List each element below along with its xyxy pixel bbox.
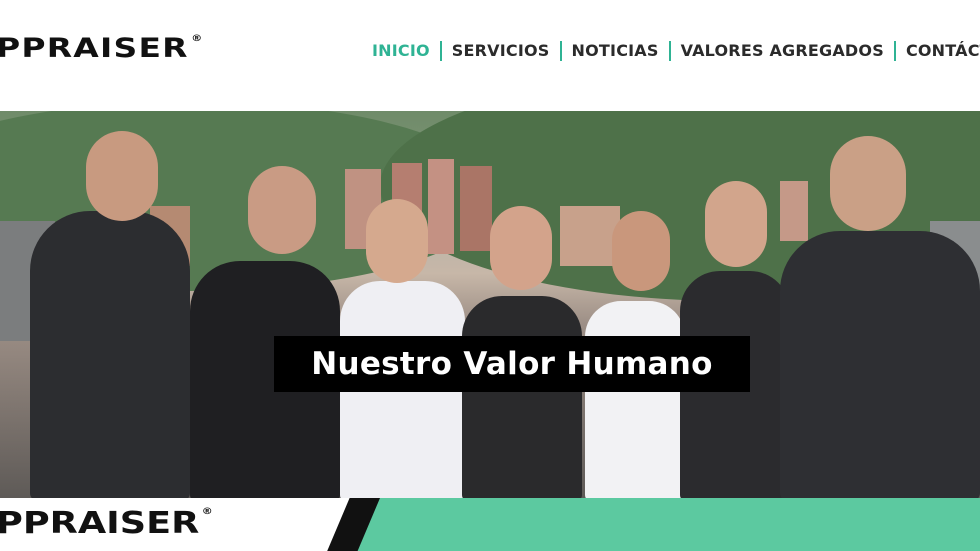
site-logo[interactable]: PPRAISER ®	[0, 33, 203, 64]
team-member-face	[490, 206, 552, 290]
team-member-face	[612, 211, 670, 291]
hero-team-photo: Nuestro Valor Humano	[0, 111, 980, 498]
hero-caption: Nuestro Valor Humano	[274, 336, 750, 392]
team-member-face	[830, 136, 906, 231]
footer-logo-text: PPRAISER	[0, 506, 200, 541]
logo-text: PPRAISER	[0, 33, 189, 64]
team-member	[30, 211, 190, 498]
main-nav: INICIO SERVICIOS NOTICIAS VALORES AGREGA…	[362, 40, 980, 62]
team-member-face	[705, 181, 767, 267]
nav-item-servicios[interactable]: SERVICIOS	[442, 40, 560, 62]
logo-registered-mark: ®	[191, 34, 204, 44]
team-member-face	[86, 131, 158, 221]
team-member	[462, 296, 582, 498]
footer-logo-registered-mark: ®	[201, 507, 213, 517]
nav-item-contacte[interactable]: CONTÁCTE	[896, 40, 980, 62]
nav-item-valores-agregados[interactable]: VALORES AGREGADOS	[671, 40, 894, 62]
city-building	[780, 181, 808, 241]
team-member	[780, 231, 980, 498]
nav-item-noticias[interactable]: NOTICIAS	[562, 40, 669, 62]
city-building	[428, 159, 454, 254]
city-building	[560, 206, 620, 266]
team-member-face	[248, 166, 316, 254]
team-member-face	[366, 199, 428, 283]
footer-logo: PPRAISER ®	[0, 506, 213, 541]
team-member	[585, 301, 685, 498]
city-building	[460, 166, 492, 251]
site-header: PPRAISER ® INICIO SERVICIOS NOTICIAS VALO…	[0, 0, 980, 111]
nav-item-inicio[interactable]: INICIO	[362, 40, 440, 62]
